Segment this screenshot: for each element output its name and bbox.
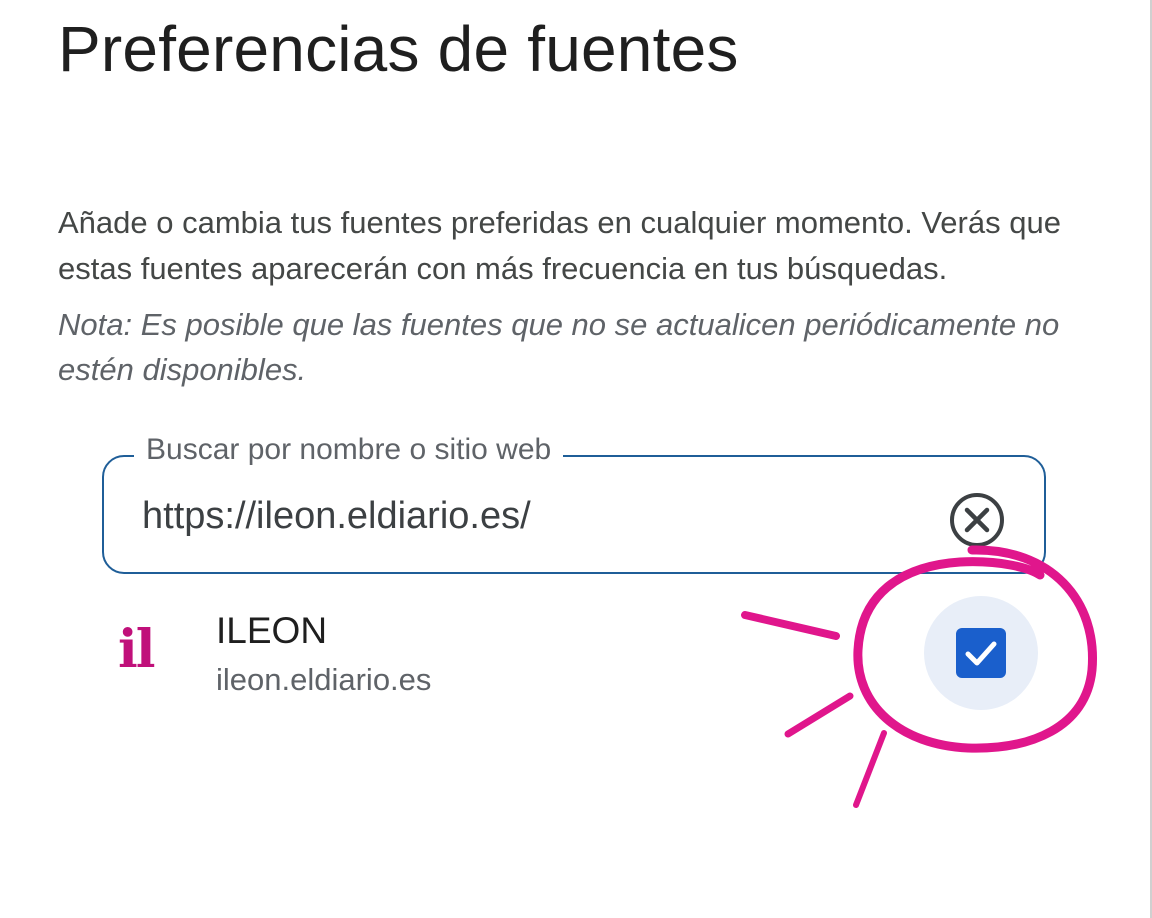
checkmark-icon — [965, 641, 997, 666]
page-description: Añade o cambia tus fuentes preferidas en… — [58, 205, 1061, 286]
source-logo: il — [118, 619, 156, 680]
search-field[interactable]: Buscar por nombre o sitio web https://il… — [102, 433, 1046, 574]
list-item[interactable]: il ILEON ileon.eldiario.es — [0, 590, 1150, 720]
source-checkbox[interactable] — [956, 628, 1006, 678]
search-field-label: Buscar por nombre o sitio web — [134, 433, 564, 467]
annotation-stroke-3 — [853, 730, 887, 808]
close-circle-icon — [950, 493, 1004, 547]
page-title: Preferencias de fuentes — [58, 13, 739, 85]
source-name: ILEON — [216, 610, 328, 651]
page-note: Nota: Es posible que las fuentes que no … — [58, 307, 1060, 387]
clear-search-button[interactable] — [948, 491, 1006, 549]
search-input[interactable]: https://ileon.eldiario.es/ — [142, 495, 531, 538]
source-checkbox-ripple[interactable] — [924, 596, 1038, 710]
source-url: ileon.eldiario.es — [216, 662, 432, 697]
